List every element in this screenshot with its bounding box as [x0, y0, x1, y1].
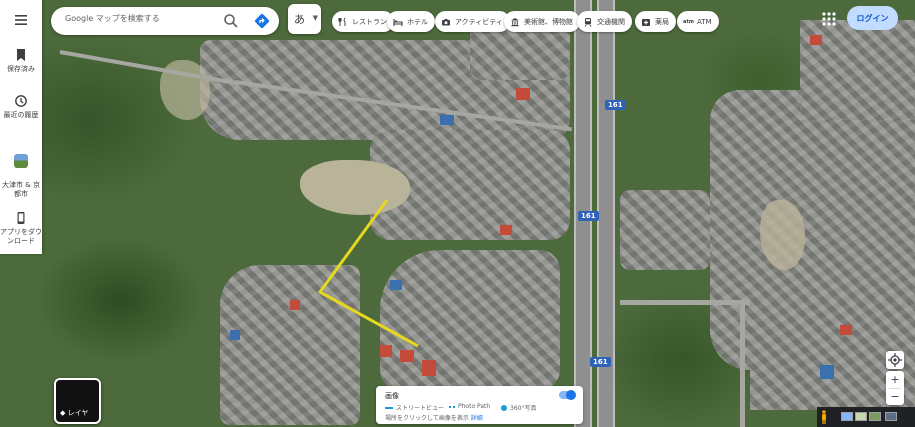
history-icon — [15, 95, 27, 107]
menu-icon — [15, 15, 27, 25]
zoom-out-button[interactable]: − — [886, 388, 904, 405]
chip-label: ATM — [697, 17, 712, 26]
imagery-panel: 画像 ストリートビュー Photo Path 360°写真 場所をクリックして画… — [376, 386, 583, 424]
map-tile-icon[interactable] — [869, 412, 881, 421]
saved-label: 保存済み — [7, 65, 35, 73]
search-input[interactable] — [65, 14, 225, 23]
search-icon[interactable] — [223, 13, 239, 29]
map-tile-icon[interactable] — [855, 412, 867, 421]
zoom-control: + − — [886, 371, 904, 405]
photo-path-swatch — [449, 405, 455, 408]
atm-icon: atm — [683, 18, 694, 25]
imagery-hint: 場所をクリックして画像を表示 詳細 — [385, 413, 483, 422]
legend-label: Photo Path — [458, 403, 491, 410]
toggle-knob — [566, 390, 576, 400]
menu-button[interactable] — [0, 13, 42, 27]
login-button[interactable]: ログイン — [847, 6, 898, 30]
chip-hotels[interactable]: ホテル — [387, 11, 435, 32]
street-view-swatch — [385, 406, 393, 409]
crosshair-icon — [888, 353, 902, 367]
chip-activities[interactable]: アクティビティ — [435, 11, 510, 32]
bed-icon — [393, 18, 403, 26]
camera-icon — [442, 18, 450, 25]
layers-label: ◆ レイヤ — [60, 408, 88, 418]
chip-museums[interactable]: 美術館、博物館 — [504, 11, 580, 32]
place-label: 大津市 & 京都市 — [2, 181, 40, 198]
legend-label: 360°写真 — [510, 405, 537, 412]
lang-label: あ — [294, 13, 305, 26]
fork-knife-icon — [338, 17, 346, 26]
bottom-toolbar — [817, 407, 915, 427]
details-link[interactable]: 詳細 — [471, 415, 483, 422]
bookmark-icon — [17, 49, 25, 61]
saved-button[interactable]: 保存済み — [0, 48, 42, 74]
layers-text: レイヤ — [67, 409, 89, 417]
legend-label: ストリートビュー — [396, 405, 445, 412]
chip-restaurants[interactable]: レストラン — [332, 11, 394, 32]
zoom-in-button[interactable]: + — [886, 371, 904, 388]
photo-360-swatch — [501, 404, 507, 411]
legend-street-view: ストリートビュー — [385, 403, 444, 412]
legend-photo-path: Photo Path — [449, 403, 490, 410]
legend-360-photo: 360°写真 — [501, 403, 536, 412]
phone-icon — [17, 212, 25, 224]
layers-icon: ◆ — [60, 409, 66, 417]
app-label: アプリをダウンロード — [0, 228, 42, 245]
chip-atm[interactable]: atm ATM — [677, 11, 719, 32]
chip-label: レストラン — [352, 17, 387, 26]
get-app-button[interactable]: アプリをダウンロード — [0, 211, 42, 246]
imagery-title: 画像 — [385, 392, 399, 400]
maps-app: 161 161 161 保存済み 最近の履歴 大津市 & 京都市 アプリをダウン… — [0, 0, 915, 427]
satellite-map[interactable]: 161 161 161 — [0, 0, 915, 427]
chip-label: アクティビティ — [455, 17, 503, 26]
train-icon — [584, 17, 592, 27]
left-rail: 保存済み 最近の履歴 大津市 & 京都市 アプリをダウンロード — [0, 0, 42, 254]
apps-grid-icon[interactable] — [819, 9, 839, 29]
imagery-toggle[interactable] — [559, 390, 576, 400]
recent-place-button[interactable]: 大津市 & 京都市 — [0, 154, 42, 199]
chip-transit[interactable]: 交通機関 — [577, 11, 632, 32]
recent-button[interactable]: 最近の履歴 — [0, 94, 42, 120]
chip-label: ホテル — [407, 17, 428, 26]
museum-icon — [511, 17, 519, 26]
map-tile-icon[interactable] — [885, 412, 897, 421]
search-box[interactable] — [51, 7, 279, 35]
directions-icon[interactable] — [254, 13, 270, 29]
chip-label: 交通機関 — [597, 17, 625, 26]
chevron-down-icon: ▼ — [312, 14, 318, 22]
input-tools-button[interactable]: あ ▼ — [288, 4, 321, 34]
route-line — [318, 199, 419, 348]
chip-label: 薬局 — [655, 17, 669, 26]
my-location-button[interactable] — [886, 351, 904, 369]
pegman-icon[interactable] — [821, 410, 827, 424]
chip-label: 美術館、博物館 — [524, 17, 573, 26]
recent-label: 最近の履歴 — [3, 111, 39, 119]
layers-button[interactable]: ◆ レイヤ — [54, 378, 101, 424]
hint-text: 場所をクリックして画像を表示 — [385, 415, 469, 422]
place-thumbnail — [14, 154, 28, 168]
chip-pharmacies[interactable]: 薬局 — [635, 11, 676, 32]
map-tile-icon[interactable] — [841, 412, 853, 421]
pharmacy-icon — [642, 18, 650, 26]
